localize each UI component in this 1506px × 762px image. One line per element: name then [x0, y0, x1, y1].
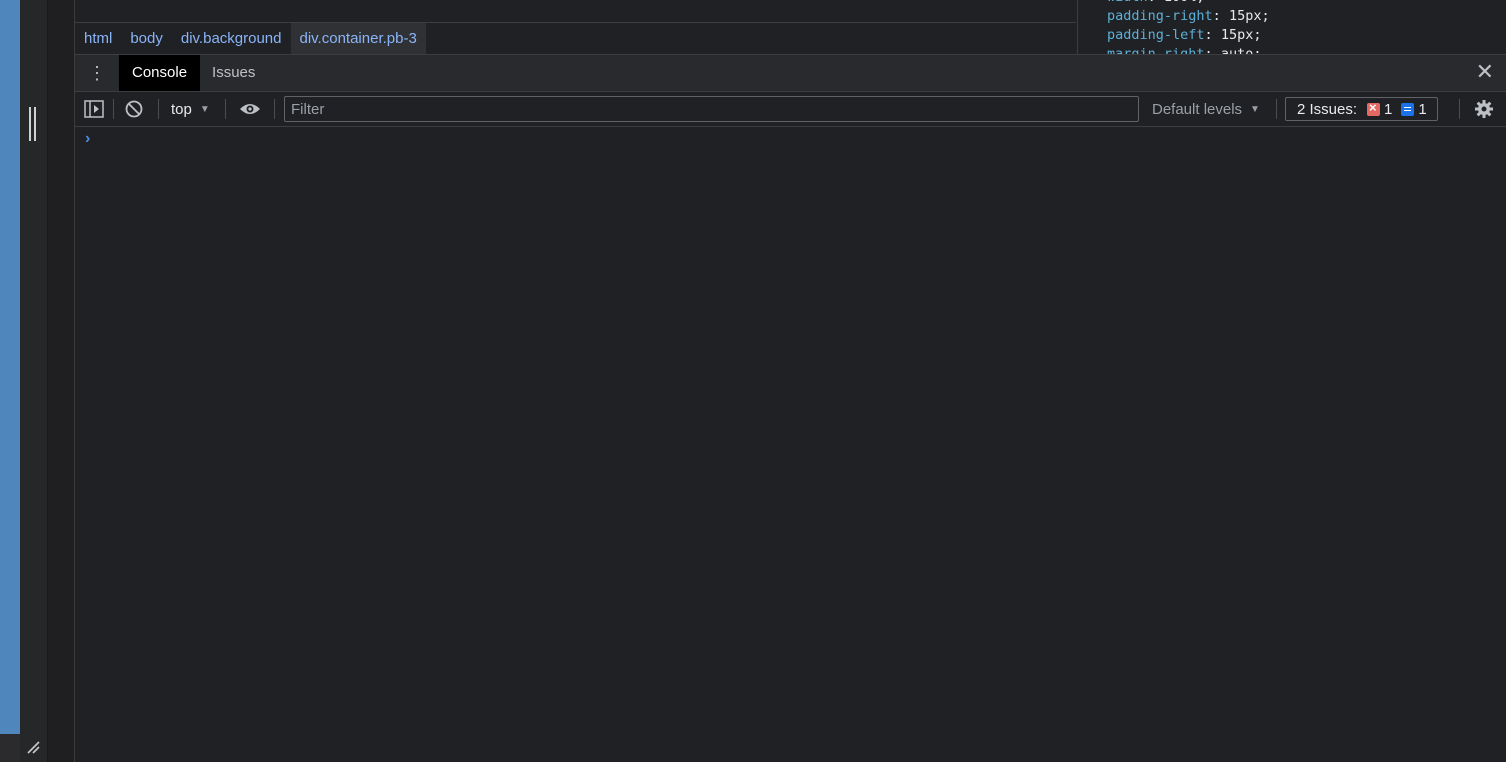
live-expression-eye-icon[interactable] — [239, 92, 261, 126]
browser-left-edge — [0, 0, 20, 734]
console-settings-gear-icon[interactable] — [1474, 92, 1494, 126]
more-tabs-icon[interactable]: ⋮ — [75, 55, 119, 91]
context-label: top — [171, 100, 192, 118]
css-declaration[interactable]: margin-right: auto; — [1078, 45, 1506, 54]
chevron-down-icon: ▼ — [1250, 103, 1260, 115]
info-count: 1 — [1418, 100, 1427, 118]
error-issue-icon — [1367, 100, 1381, 116]
breadcrumb: html body div.background div.container.p… — [75, 23, 1076, 54]
log-levels-dropdown[interactable]: Default levels ▼ — [1152, 92, 1260, 126]
css-declaration[interactable]: padding-right: 15px; — [1078, 7, 1506, 26]
error-count: 1 — [1384, 100, 1393, 118]
browser-left-edge-bottom — [0, 734, 20, 762]
resize-grip-icon[interactable] — [24, 738, 42, 756]
info-issue-icon — [1401, 102, 1415, 116]
chevron-down-icon: ▼ — [199, 103, 210, 115]
css-declaration[interactable]: width: 100%; — [1078, 0, 1506, 7]
breadcrumb-body[interactable]: body — [121, 23, 172, 54]
filter-field[interactable] — [284, 96, 1139, 122]
log-levels-label: Default levels — [1152, 100, 1243, 118]
clear-console-icon[interactable] — [124, 92, 144, 126]
close-drawer-icon[interactable]: ✕ — [1476, 60, 1494, 84]
panel-drag-handle[interactable] — [29, 107, 37, 141]
devtools-panel: html body div.background div.container.p… — [75, 0, 1506, 762]
drawer-tabbar: ⋮ Console Issues ✕ — [75, 54, 1506, 92]
tab-console[interactable]: Console — [119, 55, 201, 91]
console-toolbar: top ▼ Default levels ▼ 2 Issues: 1 1 — [75, 92, 1506, 127]
sidebar-toggle-icon[interactable] — [84, 92, 104, 126]
css-declaration[interactable]: padding-left: 15px; — [1078, 26, 1506, 45]
console-output[interactable]: › — [75, 127, 1506, 762]
breadcrumb-div-container[interactable]: div.container.pb-3 — [290, 23, 426, 54]
console-prompt-chevron-icon[interactable]: › — [85, 130, 90, 148]
breadcrumb-div-background[interactable]: div.background — [172, 23, 291, 54]
elements-tree — [75, 0, 1076, 23]
context-selector[interactable]: top ▼ — [171, 92, 210, 126]
side-panel-secondary — [48, 0, 75, 762]
styles-pane: width: 100%; padding-right: 15px; paddin… — [1077, 0, 1506, 54]
filter-input[interactable] — [285, 97, 1138, 121]
breadcrumb-html[interactable]: html — [75, 23, 121, 54]
issues-label: 2 Issues: — [1297, 100, 1358, 118]
tab-issues[interactable]: Issues — [200, 55, 267, 91]
issues-counter-button[interactable]: 2 Issues: 1 1 — [1285, 97, 1438, 121]
